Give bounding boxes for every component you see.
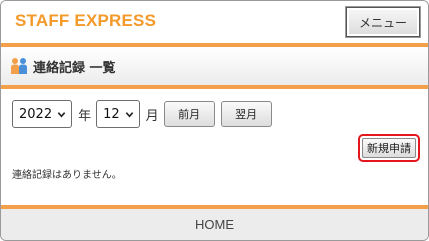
year-unit-label: 年 xyxy=(78,108,92,124)
new-request-highlight: 新規申請 xyxy=(358,134,420,162)
people-icon xyxy=(11,58,27,74)
new-request-button[interactable]: 新規申請 xyxy=(362,138,416,158)
month-filter: 2022 年 12 月 前月 翌月 xyxy=(12,100,272,128)
prev-month-button[interactable]: 前月 xyxy=(163,101,215,127)
home-label: HOME xyxy=(195,217,234,232)
app-title: STAFF EXPRESS xyxy=(15,11,157,30)
menu-button[interactable]: メニュー xyxy=(346,7,420,37)
chevron-down-icon xyxy=(57,111,66,118)
page-title: 連絡記録 一覧 xyxy=(33,60,116,76)
section-header: 連絡記録 一覧 xyxy=(1,47,428,85)
month-unit-label: 月 xyxy=(145,108,159,124)
empty-message: 連絡記録はありません。 xyxy=(12,170,122,181)
year-value: 2022 xyxy=(19,106,53,122)
app-header: STAFF EXPRESS メニュー xyxy=(1,1,428,43)
section-divider xyxy=(1,85,428,89)
month-select[interactable]: 12 xyxy=(96,100,140,128)
chevron-down-icon xyxy=(125,111,133,118)
month-value: 12 xyxy=(103,106,120,122)
year-select[interactable]: 2022 xyxy=(12,100,73,128)
home-link[interactable]: HOME xyxy=(1,209,428,240)
app-frame: STAFF EXPRESS メニュー 連絡記録 一覧 2022 年 12 月 前… xyxy=(0,0,429,241)
next-month-button[interactable]: 翌月 xyxy=(220,101,272,127)
